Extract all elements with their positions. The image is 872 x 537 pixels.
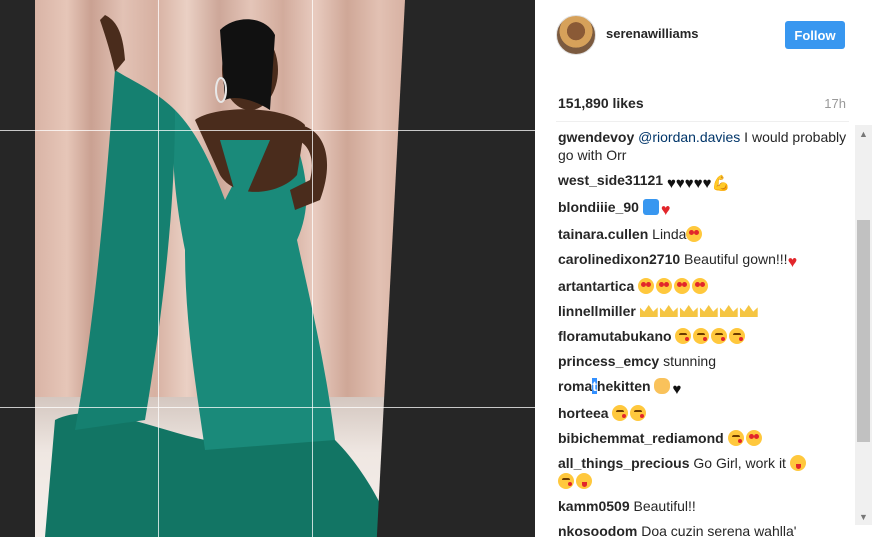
red-heart-icon: ♥ bbox=[787, 254, 798, 271]
heart-eyes-icon bbox=[674, 278, 691, 294]
crown-icon bbox=[699, 305, 718, 317]
smiling-cat-icon bbox=[654, 378, 671, 394]
comment: west_side31121 ♥♥♥♥♥💪 bbox=[558, 171, 858, 192]
comment-username[interactable]: romathekitten bbox=[558, 378, 651, 394]
crown-icon bbox=[639, 305, 658, 317]
comment-username[interactable]: west_side31121 bbox=[558, 172, 663, 188]
comment-text: Linda bbox=[648, 226, 687, 242]
comment-text: Beautiful!! bbox=[629, 498, 696, 514]
kissing-face-icon bbox=[729, 328, 746, 344]
crop-grid-line bbox=[0, 407, 535, 408]
comment: floramutabukano bbox=[558, 327, 858, 345]
comment-mention[interactable]: @riordan.davies bbox=[638, 129, 740, 145]
comment-text: Go Girl, work it bbox=[689, 455, 790, 471]
comment: carolinedixon2710 Beautiful gown!!!♥ bbox=[558, 250, 858, 271]
comment-username[interactable]: gwendevoy bbox=[558, 129, 634, 145]
comment-username[interactable]: bibichemmat_rediamond bbox=[558, 430, 724, 446]
comment: bibichemmat_rediamond bbox=[558, 429, 858, 447]
red-heart-icon: ♥ bbox=[660, 202, 671, 219]
heart-eyes-icon bbox=[745, 430, 762, 446]
comment-username[interactable]: tainara.cullen bbox=[558, 226, 648, 242]
comment-text: Doa cuzin serena wahlla' bbox=[637, 523, 797, 537]
black-heart-icon: ♥ bbox=[702, 175, 712, 192]
crown-icon bbox=[739, 305, 758, 317]
comment: tainara.cullen Linda bbox=[558, 225, 858, 243]
crop-grid-line bbox=[158, 0, 159, 537]
heart-eyes-icon bbox=[692, 278, 709, 294]
post-header: serenawilliams Follow bbox=[535, 0, 872, 70]
username-part: hekitten bbox=[596, 378, 651, 394]
scroll-down-arrow-icon[interactable]: ▼ bbox=[855, 508, 872, 525]
comment: nkosoodom Doa cuzin serena wahlla' bbox=[558, 522, 858, 537]
divider bbox=[556, 121, 849, 122]
crown-icon bbox=[659, 305, 678, 317]
username-part: roma bbox=[558, 378, 593, 394]
comment-text: Beautiful gown!!! bbox=[680, 251, 788, 267]
post-username[interactable]: serenawilliams bbox=[606, 26, 699, 41]
kissing-face-icon bbox=[727, 430, 744, 446]
kissing-face-icon bbox=[630, 405, 647, 421]
winking-tongue-face-icon bbox=[789, 455, 806, 471]
post-sidebar: serenawilliams Follow 151,890 likes 17h … bbox=[535, 0, 872, 537]
likes-count[interactable]: 151,890 likes bbox=[558, 95, 644, 111]
scroll-up-arrow-icon[interactable]: ▲ bbox=[855, 125, 872, 142]
crown-icon bbox=[719, 305, 738, 317]
comments-scrollbar[interactable]: ▲ ▼ bbox=[855, 125, 872, 525]
comment-username[interactable]: artantartica bbox=[558, 278, 634, 294]
scrollbar-thumb[interactable] bbox=[857, 220, 870, 442]
comment-username[interactable]: blondiiie_90 bbox=[558, 199, 639, 215]
likes-row: 151,890 likes 17h bbox=[558, 95, 846, 115]
comment: horteea bbox=[558, 404, 858, 422]
comment: artantartica bbox=[558, 277, 858, 295]
winking-tongue-face-icon bbox=[576, 473, 592, 489]
black-heart-icon: ♥ bbox=[675, 175, 685, 192]
kissing-face-icon bbox=[558, 473, 574, 489]
comments-list: gwendevoy @riordan.davies I would probab… bbox=[558, 128, 858, 537]
comment-username[interactable]: horteea bbox=[558, 405, 609, 421]
black-heart-icon: ♥ bbox=[684, 175, 694, 192]
comment-username[interactable]: floramutabukano bbox=[558, 328, 672, 344]
kissing-face-icon bbox=[612, 405, 629, 421]
post-time[interactable]: 17h bbox=[824, 96, 846, 111]
comment-text: stunning bbox=[659, 353, 717, 369]
kissing-face-icon bbox=[693, 328, 710, 344]
crown-icon bbox=[679, 305, 698, 317]
crop-grid-line bbox=[0, 130, 535, 131]
post-photo[interactable] bbox=[35, 0, 435, 537]
comment-username[interactable]: kamm0509 bbox=[558, 498, 630, 514]
comment-username[interactable]: linnellmiller bbox=[558, 303, 636, 319]
avatar[interactable] bbox=[556, 15, 596, 55]
black-heart-icon: ♥ bbox=[672, 381, 682, 398]
comment-username[interactable]: nkosoodom bbox=[558, 523, 637, 537]
comment: kamm0509 Beautiful!! bbox=[558, 497, 858, 515]
flexed-biceps-icon: 💪 bbox=[711, 175, 731, 192]
black-heart-icon: ♥ bbox=[693, 175, 703, 192]
follow-button[interactable]: Follow bbox=[785, 21, 845, 49]
raising-hands-icon bbox=[642, 199, 659, 215]
comment: blondiiie_90 ♥ bbox=[558, 198, 858, 219]
comment-username[interactable]: princess_emcy bbox=[558, 353, 659, 369]
crop-grid-line bbox=[312, 0, 313, 537]
heart-eyes-icon bbox=[686, 226, 703, 242]
comment-username[interactable]: all_things_precious bbox=[558, 455, 689, 471]
heart-eyes-icon bbox=[656, 278, 673, 294]
comment: princess_emcy stunning bbox=[558, 352, 858, 370]
kissing-face-icon bbox=[675, 328, 692, 344]
comment-username[interactable]: carolinedixon2710 bbox=[558, 251, 680, 267]
comment: all_things_precious Go Girl, work it bbox=[558, 454, 858, 490]
media-panel bbox=[0, 0, 535, 537]
comment: romathekitten ♥ bbox=[558, 377, 858, 398]
woman-in-green-gown-illustration bbox=[45, 15, 395, 537]
comment: linnellmiller bbox=[558, 302, 858, 320]
kissing-face-icon bbox=[711, 328, 728, 344]
heart-eyes-icon bbox=[638, 278, 655, 294]
comment: gwendevoy @riordan.davies I would probab… bbox=[558, 128, 858, 164]
black-heart-icon: ♥ bbox=[666, 175, 676, 192]
